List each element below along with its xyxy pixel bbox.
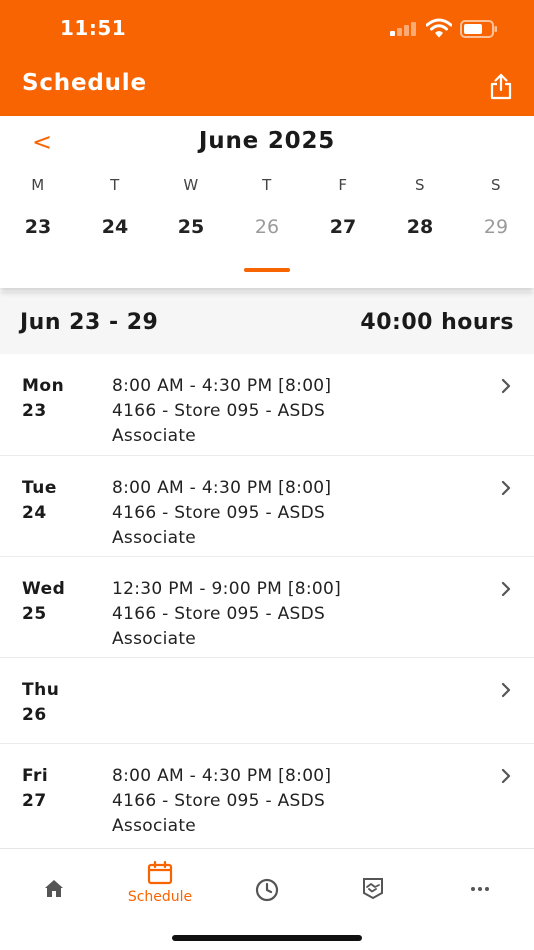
- shift-location: 4166 - Store 095 - ASDS: [112, 791, 326, 811]
- shift-role: Associate: [112, 528, 197, 548]
- week-calendar: < June 2025 M T W T F S S 23 24 25 26 27…: [0, 116, 534, 288]
- bottom-tab-bar: Schedule: [0, 848, 534, 950]
- day-label: Wed 25: [22, 577, 65, 627]
- calendar-day-23[interactable]: 23: [8, 216, 68, 238]
- day-name: Mon: [22, 376, 65, 396]
- shift-details: 8:00 AM - 4:30 PM [8:00] 4166 - Store 09…: [112, 764, 331, 839]
- week-range: Jun 23 - 29: [20, 310, 159, 335]
- home-icon: [45, 880, 63, 897]
- week-summary: Jun 23 - 29 40:00 hours: [0, 292, 534, 354]
- day-date: 27: [22, 791, 47, 811]
- calendar-day-27[interactable]: 27: [313, 216, 373, 238]
- day-label: Fri 27: [22, 764, 48, 814]
- day-label: Mon 23: [22, 374, 64, 424]
- shift-location: 4166 - Store 095 - ASDS: [112, 401, 326, 421]
- schedule-row-tue[interactable]: Tue 24 8:00 AM - 4:30 PM [8:00] 4166 - S…: [0, 456, 534, 557]
- weekday-label: F: [338, 176, 348, 194]
- calendar-day-24[interactable]: 24: [85, 216, 145, 238]
- shift-location: 4166 - Store 095 - ASDS: [112, 503, 326, 523]
- schedule-row-thu[interactable]: Thu 26: [0, 658, 534, 744]
- shift-time: 8:00 AM - 4:30 PM [8:00]: [112, 376, 332, 396]
- calendar-day-25[interactable]: 25: [161, 216, 221, 238]
- shift-time: 8:00 AM - 4:30 PM [8:00]: [112, 478, 332, 498]
- clock-icon: [255, 878, 279, 902]
- shift-details: 8:00 AM - 4:30 PM [8:00] 4166 - Store 09…: [112, 476, 331, 551]
- shift-details: 8:00 AM - 4:30 PM [8:00] 4166 - Store 09…: [112, 374, 331, 449]
- selected-day-indicator: [244, 268, 290, 272]
- tab-more[interactable]: [440, 861, 520, 911]
- weekday-row: M T W T F S S: [0, 176, 534, 196]
- weekday-label: W: [183, 176, 199, 194]
- cellular-signal-icon: [390, 20, 418, 36]
- day-date: 26: [22, 705, 47, 725]
- home-indicator: [172, 935, 362, 941]
- date-row: 23 24 25 26 27 28 29: [0, 216, 534, 242]
- wifi-icon: [426, 18, 452, 38]
- shift-role: Associate: [112, 629, 197, 649]
- shift-details: 12:30 PM - 9:00 PM [8:00] 4166 - Store 0…: [112, 577, 341, 652]
- calendar-icon: [147, 861, 173, 885]
- week-total-hours: 40:00 hours: [360, 310, 514, 335]
- day-date: 24: [22, 503, 47, 523]
- day-date: 23: [22, 401, 47, 421]
- chevron-right-icon: [501, 480, 511, 496]
- page-title: Schedule: [22, 70, 147, 96]
- day-name: Wed: [22, 579, 66, 599]
- calendar-day-28[interactable]: 28: [390, 216, 450, 238]
- weekday-label: S: [414, 176, 426, 194]
- share-button[interactable]: [484, 70, 518, 104]
- status-time: 11:51: [60, 16, 127, 40]
- shift-time: 8:00 AM - 4:30 PM [8:00]: [112, 766, 332, 786]
- chevron-right-icon: [501, 768, 511, 784]
- tab-schedule[interactable]: Schedule: [120, 861, 200, 911]
- month-title: June 2025: [198, 128, 336, 154]
- weekday-label: S: [490, 176, 502, 194]
- day-name: Tue: [22, 478, 57, 498]
- schedule-row-wed[interactable]: Wed 25 12:30 PM - 9:00 PM [8:00] 4166 - …: [0, 557, 534, 658]
- day-name: Thu: [22, 680, 60, 700]
- day-label: Tue 24: [22, 476, 57, 526]
- schedule-list: Mon 23 8:00 AM - 4:30 PM [8:00] 4166 - S…: [0, 354, 534, 848]
- schedule-row-fri[interactable]: Fri 27 8:00 AM - 4:30 PM [8:00] 4166 - S…: [0, 744, 534, 848]
- tab-timecard[interactable]: [227, 861, 307, 911]
- shift-role: Associate: [112, 816, 197, 836]
- battery-icon: [460, 20, 497, 38]
- calendar-day-29[interactable]: 29: [466, 216, 526, 238]
- day-date: 25: [22, 604, 47, 624]
- calendar-day-26-selected[interactable]: 26: [237, 216, 297, 238]
- weekday-label: M: [31, 176, 45, 194]
- weekday-label: T: [110, 176, 120, 194]
- more-icon: [471, 887, 489, 891]
- schedule-row-mon[interactable]: Mon 23 8:00 AM - 4:30 PM [8:00] 4166 - S…: [0, 354, 534, 456]
- weekday-label: T: [262, 176, 272, 194]
- shift-location: 4166 - Store 095 - ASDS: [112, 604, 326, 624]
- title-row: Schedule: [0, 58, 534, 116]
- shift-role: Associate: [112, 426, 197, 446]
- day-name: Fri: [22, 766, 49, 786]
- share-icon: [490, 73, 512, 100]
- chevron-right-icon: [501, 581, 511, 597]
- handshake-icon: [363, 878, 383, 900]
- shift-time: 12:30 PM - 9:00 PM [8:00]: [112, 579, 342, 599]
- status-bar: 11:51: [0, 0, 534, 58]
- tab-label: Schedule: [127, 889, 193, 905]
- tab-shift-swap[interactable]: [333, 861, 413, 911]
- chevron-right-icon: [501, 378, 511, 394]
- chevron-right-icon: [501, 682, 511, 698]
- tab-home[interactable]: [14, 861, 94, 911]
- day-label: Thu 26: [22, 678, 59, 728]
- app-header: 11:51 Schedule: [0, 0, 534, 116]
